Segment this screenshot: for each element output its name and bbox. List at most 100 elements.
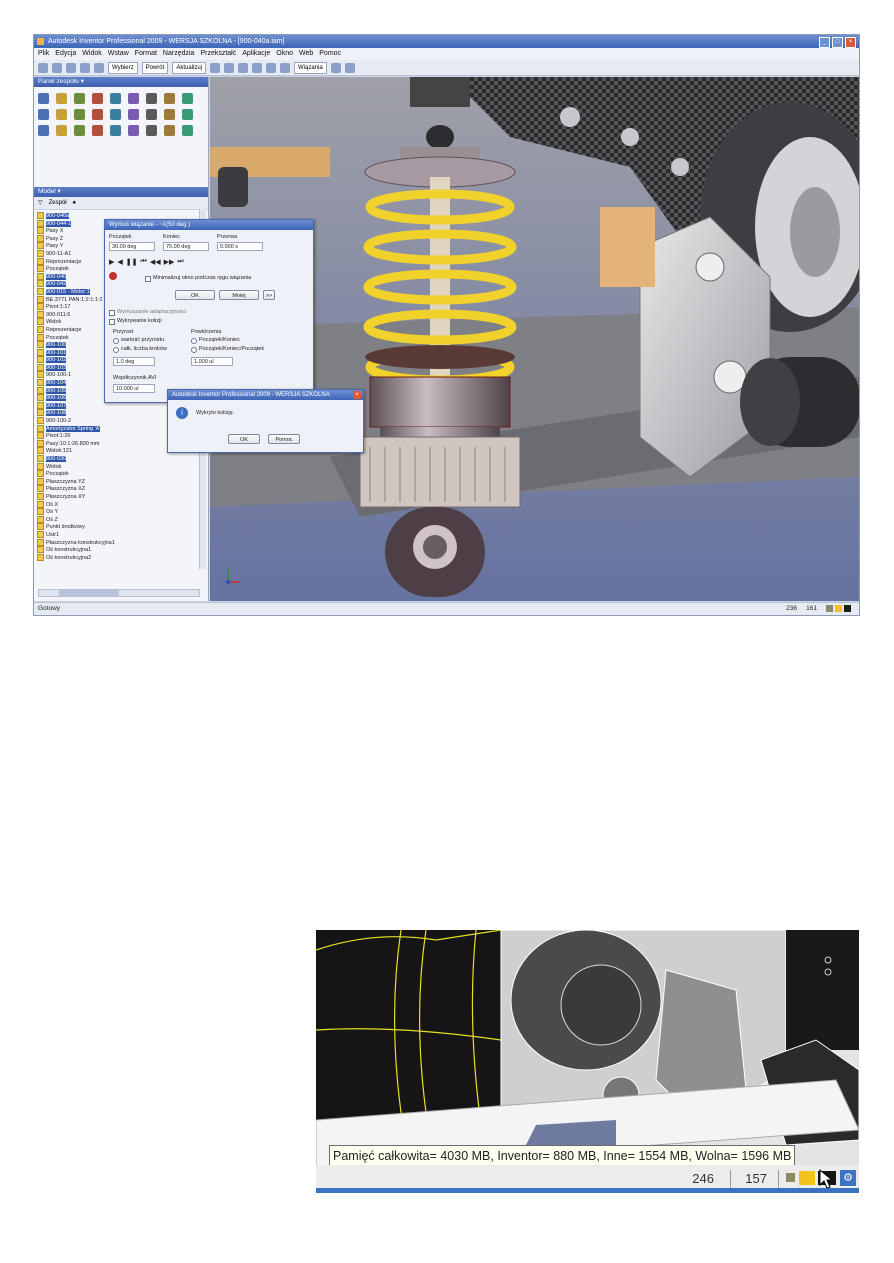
material-icon[interactable] xyxy=(330,62,341,73)
memory-meter-icon-zoomed[interactable] xyxy=(799,1171,815,1185)
assembly-tool-icon[interactable] xyxy=(128,109,139,120)
new-icon[interactable] xyxy=(38,62,48,73)
assembly-tool-icon[interactable] xyxy=(110,109,121,120)
tree-item[interactable]: Początek xyxy=(37,470,208,478)
tree-item[interactable]: Ustr1 xyxy=(37,530,208,539)
color-icon[interactable] xyxy=(344,62,355,73)
start-end-radio[interactable] xyxy=(191,338,197,344)
memory-meter-icon[interactable] xyxy=(835,605,842,612)
menu-item[interactable]: Narzędzia xyxy=(163,48,195,60)
menu-item[interactable]: Edycja xyxy=(55,48,76,60)
open-icon[interactable] xyxy=(52,62,62,73)
menu-item[interactable]: Plik xyxy=(38,48,49,60)
assembly-tool-icon[interactable] xyxy=(38,125,49,136)
tree-item[interactable]: Oś konstrukcyjna1 xyxy=(37,546,208,554)
assembly-tool-icon[interactable] xyxy=(146,93,157,104)
assembly-tool-icon[interactable] xyxy=(56,93,67,104)
assembly-tool-icon[interactable] xyxy=(38,109,49,120)
increment-field[interactable]: 1.0 deg xyxy=(113,357,155,366)
increment-amount-radio[interactable] xyxy=(113,338,119,344)
message-ok-button[interactable]: OK xyxy=(228,434,260,444)
memory-meter-dark-icon[interactable] xyxy=(844,605,851,612)
assembly-tool-icon[interactable] xyxy=(92,93,103,104)
assembly-tool-icon[interactable] xyxy=(56,125,67,136)
step-forward-icon[interactable]: ▶▶ xyxy=(164,258,175,266)
repetitions-field[interactable]: 1.000 ul xyxy=(191,357,233,366)
assembly-tool-icon[interactable] xyxy=(182,93,193,104)
return-button[interactable]: Powrót xyxy=(141,61,169,74)
menu-item[interactable]: Okno xyxy=(276,48,293,60)
drive-ok-button[interactable]: OK xyxy=(175,290,215,300)
orbit-icon[interactable] xyxy=(238,62,248,73)
pause-icon[interactable]: ❚❚ xyxy=(126,258,138,266)
assembly-tool-icon[interactable] xyxy=(110,125,121,136)
message-close-button[interactable]: × xyxy=(353,391,361,399)
tree-item[interactable]: Oś X xyxy=(37,500,208,509)
maximize-button[interactable]: □ xyxy=(832,37,843,48)
tree-item[interactable]: Oś konstrukcyjna2 xyxy=(37,553,208,562)
assembly-tool-icon[interactable] xyxy=(164,93,175,104)
start-field[interactable]: 30.00 deg xyxy=(109,242,155,251)
tree-horizontal-scrollbar[interactable] xyxy=(38,589,200,597)
assembly-tool-icon[interactable] xyxy=(164,109,175,120)
assembly-tool-icon[interactable] xyxy=(74,109,85,120)
style-dropdown[interactable]: Wiązania xyxy=(294,61,327,74)
assembly-tool-icon[interactable] xyxy=(74,93,85,104)
menu-item[interactable]: Widok xyxy=(82,48,101,60)
menu-item[interactable]: Wstaw xyxy=(108,48,129,60)
start-end-start-radio[interactable] xyxy=(191,347,197,353)
assembly-tool-icon[interactable] xyxy=(146,125,157,136)
assembly-tool-icon[interactable] xyxy=(110,93,121,104)
filter-icon[interactable]: ▽ xyxy=(38,197,43,209)
undo-icon[interactable] xyxy=(80,62,90,73)
pan-icon[interactable] xyxy=(224,62,234,73)
play-forward-icon[interactable]: ▶ xyxy=(109,258,114,266)
step-back-icon[interactable]: ◀◀ xyxy=(150,258,161,266)
avi-rate-field[interactable]: 10.000 ul xyxy=(113,384,155,393)
close-button[interactable]: × xyxy=(845,37,856,48)
menu-item[interactable]: Aplikacje xyxy=(242,48,270,60)
menu-item[interactable]: Web xyxy=(299,48,313,60)
tree-item[interactable]: Punkt środkowy xyxy=(37,523,208,531)
assembly-tool-icon[interactable] xyxy=(92,125,103,136)
pause-field[interactable]: 0.000 s xyxy=(217,242,263,251)
play-reverse-icon[interactable]: ◀ xyxy=(117,258,122,266)
assembly-tool-icon[interactable] xyxy=(74,125,85,136)
tree-item[interactable]: Płaszczyzna konstrukcyjna1 xyxy=(37,538,208,547)
assembly-tool-icon[interactable] xyxy=(182,109,193,120)
drive-expand-button[interactable]: >> xyxy=(263,290,275,300)
filter-dropdown[interactable]: Zespół xyxy=(49,197,67,209)
notification-icon[interactable]: ⚙ xyxy=(840,1170,856,1186)
fast-forward-icon[interactable]: ⏭ xyxy=(177,258,183,266)
select-dropdown[interactable]: Wybierz xyxy=(108,61,138,74)
assembly-panel-header[interactable]: Panel zespołu ▾ xyxy=(34,77,208,87)
menu-item[interactable]: Pomoc xyxy=(319,48,341,60)
menu-item[interactable]: Format xyxy=(135,48,157,60)
shaded-display-icon[interactable] xyxy=(266,62,276,73)
look-at-icon[interactable] xyxy=(252,62,262,73)
model-browser-header[interactable]: Model ▾ xyxy=(34,187,208,197)
update-button[interactable]: Aktualizuj xyxy=(172,61,206,74)
find-icon[interactable]: ♠ xyxy=(73,197,76,209)
drive-less-button[interactable]: Mniej xyxy=(219,290,259,300)
assembly-tool-icon[interactable] xyxy=(38,93,49,104)
save-icon[interactable] xyxy=(66,62,76,73)
tree-item[interactable]: 900-030 xyxy=(37,455,208,463)
camera-icon[interactable] xyxy=(280,62,290,73)
redo-icon[interactable] xyxy=(94,62,104,73)
assembly-tool-icon[interactable] xyxy=(164,125,175,136)
tree-item[interactable]: Płaszczyzna XZ xyxy=(37,485,208,493)
tree-item[interactable]: Płaszczyzna YZ xyxy=(37,477,208,486)
assembly-tool-icon[interactable] xyxy=(92,109,103,120)
minimize-button[interactable]: _ xyxy=(819,37,830,48)
menu-item[interactable]: Przekształć xyxy=(200,48,236,60)
tree-item[interactable]: Widok xyxy=(37,462,208,471)
assembly-tool-icon[interactable] xyxy=(56,109,67,120)
assembly-tool-icon[interactable] xyxy=(182,125,193,136)
record-icon[interactable] xyxy=(109,272,117,280)
message-help-button[interactable]: Pomoc xyxy=(268,434,300,444)
tree-item[interactable]: Płaszczyzna XY xyxy=(37,492,208,501)
total-steps-radio[interactable] xyxy=(113,347,119,353)
assembly-tool-icon[interactable] xyxy=(128,93,139,104)
zoom-icon[interactable] xyxy=(210,62,220,73)
